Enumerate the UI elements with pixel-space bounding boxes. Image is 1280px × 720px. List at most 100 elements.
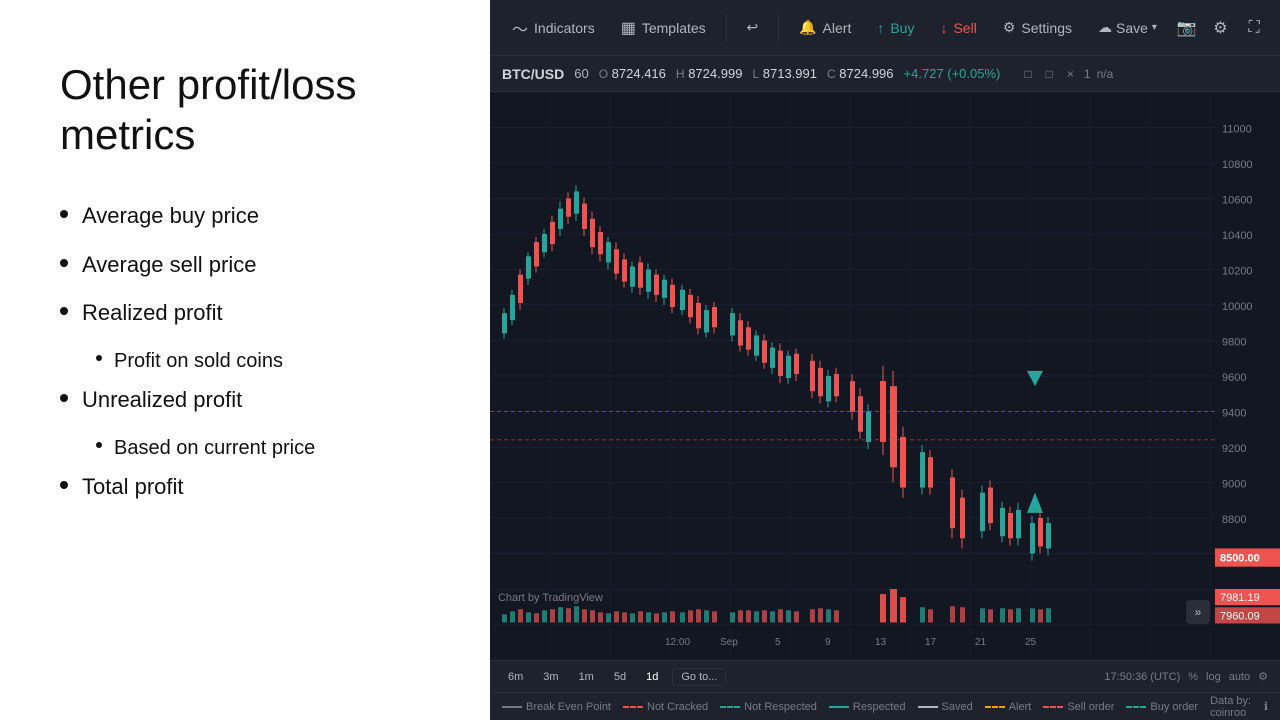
legend-not-respected: Not Respected	[720, 701, 817, 713]
svg-text:21: 21	[975, 637, 987, 648]
settings-button[interactable]: ⚙ Settings	[993, 13, 1082, 42]
indicators-button[interactable]: 〜 Indicators	[502, 10, 605, 46]
close-price: C 8724.996	[827, 66, 894, 81]
svg-text:7960.09: 7960.09	[1220, 610, 1260, 622]
avg-sell-label: Average sell price	[82, 250, 256, 281]
sell-arrow-icon: ↓	[940, 20, 947, 36]
trading-pair: BTC/USD	[502, 66, 564, 82]
save-button[interactable]: ☁ Save ▾	[1088, 13, 1167, 42]
wave-icon: 〜	[512, 16, 528, 40]
buy-button[interactable]: ↑ Buy	[867, 14, 924, 42]
page-title: Other profit/lossmetrics	[60, 60, 430, 161]
toolbar: 〜 Indicators ▦ Templates ↩ 🔔 Alert ↑ Buy…	[490, 0, 1280, 56]
svg-text:9: 9	[825, 637, 831, 648]
log-button[interactable]: log	[1206, 671, 1221, 683]
percent-button[interactable]: %	[1188, 671, 1198, 683]
sub-bullet-dot	[96, 442, 102, 448]
list-item-total-profit: Total profit	[60, 472, 430, 503]
settings-icon-button[interactable]: ⚙	[1207, 12, 1235, 44]
svg-text:9000: 9000	[1222, 479, 1246, 491]
sub-bullet-dot	[96, 355, 102, 361]
settings-icon-bottom[interactable]: ⚙	[1258, 670, 1268, 683]
svg-text:10200: 10200	[1222, 266, 1253, 278]
bar-controls: □ □ × 1 n/a	[1020, 65, 1113, 83]
list-item-avg-sell: Average sell price	[60, 250, 430, 281]
undo-button[interactable]: ↩	[737, 13, 769, 42]
svg-text:5: 5	[775, 637, 781, 648]
cloud-icon: ☁	[1098, 19, 1112, 36]
legend-buy-order: Buy order	[1126, 701, 1198, 713]
svg-text:9600: 9600	[1222, 372, 1246, 384]
based-on-current-price-label: Based on current price	[114, 434, 315, 462]
timeframe-3m[interactable]: 3m	[537, 669, 564, 685]
alert-button[interactable]: 🔔 Alert	[789, 13, 861, 42]
grid-icon: ▦	[621, 18, 636, 38]
timeframe-5d[interactable]: 5d	[608, 669, 632, 685]
svg-text:9400: 9400	[1222, 408, 1246, 420]
svg-text:10800: 10800	[1222, 159, 1253, 171]
chevron-down-icon: ▾	[1152, 22, 1157, 33]
toolbar-separator-2	[778, 14, 779, 42]
settings-icon: ⚙	[1213, 18, 1227, 38]
low-price: L 8713.991	[752, 66, 817, 81]
svg-text:9800: 9800	[1222, 337, 1246, 349]
info-icon: ℹ	[1264, 700, 1268, 713]
svg-text:25: 25	[1025, 637, 1037, 648]
timeframe-6m[interactable]: 6m	[502, 669, 529, 685]
svg-text:12:00: 12:00	[665, 637, 690, 648]
timeframe-1d[interactable]: 1d	[640, 669, 664, 685]
camera-button[interactable]: 📷	[1173, 12, 1201, 44]
chart-area[interactable]: 11000 10800 10600 10400 10200 10000 9800…	[490, 92, 1280, 660]
total-profit-label: Total profit	[82, 472, 184, 503]
svg-text:Sep: Sep	[720, 637, 738, 648]
camera-icon: 📷	[1177, 18, 1197, 38]
unrealized-profit-label: Unrealized profit	[82, 385, 242, 416]
avg-buy-label: Average buy price	[82, 201, 259, 232]
profit-sold-coins-label: Profit on sold coins	[114, 347, 283, 375]
svg-text:8500.00: 8500.00	[1220, 553, 1260, 565]
svg-text:13: 13	[875, 637, 887, 648]
list-item-avg-buy: Average buy price	[60, 201, 430, 232]
bullet-dot	[60, 210, 68, 218]
svg-text:10400: 10400	[1222, 230, 1253, 242]
left-panel: Other profit/lossmetrics Average buy pri…	[0, 0, 490, 720]
timeframe: 60	[574, 66, 588, 81]
price-bar: BTC/USD 60 O 8724.416 H 8724.999 L 8713.…	[490, 56, 1280, 92]
bullet-dot	[60, 481, 68, 489]
legend-alert: Alert	[985, 701, 1032, 713]
goto-button[interactable]: Go to...	[672, 668, 726, 686]
right-panel: 〜 Indicators ▦ Templates ↩ 🔔 Alert ↑ Buy…	[490, 0, 1280, 720]
svg-text:10000: 10000	[1222, 301, 1253, 313]
bullet-dot	[60, 394, 68, 402]
undo-icon: ↩	[747, 19, 759, 36]
realized-profit-label: Realized profit	[82, 298, 223, 329]
gear-icon: ⚙	[1003, 19, 1016, 36]
auto-button[interactable]: auto	[1229, 671, 1250, 683]
bullet-list: Average buy price Average sell price Rea…	[60, 201, 430, 521]
list-item-realized: Realized profit Profit on sold coins	[60, 298, 430, 375]
legend-break-even: Break Even Point	[502, 701, 611, 713]
timeframe-1m[interactable]: 1m	[573, 669, 600, 685]
open-price: O 8724.416	[599, 66, 666, 81]
bullet-dot	[60, 307, 68, 315]
svg-text:7981.19: 7981.19	[1220, 592, 1260, 604]
high-price: H 8724.999	[676, 66, 743, 81]
svg-text:Chart by TradingView: Chart by TradingView	[498, 592, 604, 604]
templates-button[interactable]: ▦ Templates	[611, 12, 716, 44]
bottom-bar: 6m 3m 1m 5d 1d Go to... 17:50:36 (UTC) %…	[490, 660, 1280, 692]
fullscreen-icon: ⛶	[1249, 19, 1260, 37]
legend-sell-order: Sell order	[1043, 701, 1114, 713]
toolbar-separator	[726, 14, 727, 42]
candlestick-chart: 11000 10800 10600 10400 10200 10000 9800…	[490, 92, 1280, 660]
expand-button[interactable]: »	[1186, 600, 1210, 624]
sell-button[interactable]: ↓ Sell	[930, 14, 986, 42]
fullscreen-button[interactable]: ⛶	[1240, 12, 1268, 44]
timestamp: 17:50:36 (UTC)	[1104, 671, 1180, 683]
bottom-right-controls: 17:50:36 (UTC) % log auto ⚙	[1104, 670, 1268, 683]
legend-saved: Saved	[918, 701, 973, 713]
list-item-unrealized: Unrealized profit Based on current price	[60, 385, 430, 462]
svg-text:9200: 9200	[1222, 443, 1246, 455]
price-change: +4.727 (+0.05%)	[904, 66, 1001, 81]
data-source: Data by: coinroo	[1210, 695, 1252, 719]
bell-icon: 🔔	[799, 19, 816, 36]
